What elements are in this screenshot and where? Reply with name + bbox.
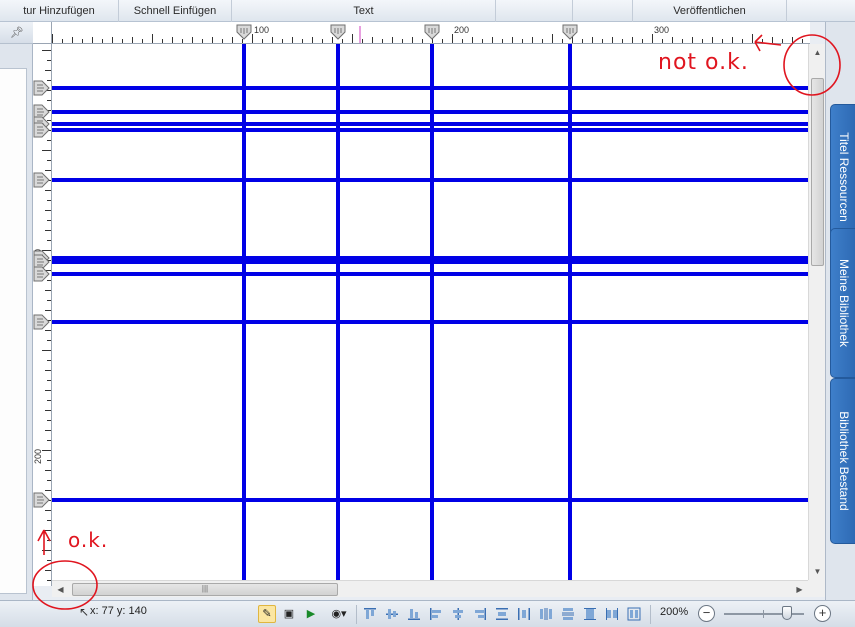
scrollbar-corner — [808, 580, 825, 597]
tab-label: Bibliothek Bestand — [836, 411, 851, 511]
view-options-dropdown-icon[interactable]: ◉▾ — [326, 605, 352, 623]
horizontal-guide-line — [52, 86, 810, 90]
pin-icon[interactable]: 📌︎ — [10, 26, 24, 39]
left-panel-content — [0, 68, 27, 594]
ribbon-group-text[interactable]: Text — [232, 0, 496, 22]
zoom-in-icon[interactable]: + — [814, 605, 831, 622]
align-bottom-icon[interactable] — [406, 606, 422, 622]
ruler-label: 100 — [254, 25, 269, 35]
left-panel-header: 📌︎ — [0, 22, 33, 44]
space-vertical-icon[interactable] — [560, 606, 576, 622]
ribbon-group-label: Veröffentlichen — [673, 5, 746, 17]
horizontal-guide-line — [52, 260, 810, 264]
ruler-label: 300 — [654, 25, 669, 35]
align-top-icon[interactable] — [362, 606, 378, 622]
separator — [356, 605, 357, 624]
layout-view-icon[interactable]: ▣ — [280, 605, 298, 623]
guide-marker — [330, 24, 346, 40]
cursor-arrow-icon: ↖ — [79, 605, 90, 619]
align-center-icon[interactable] — [450, 606, 466, 622]
guide-marker — [33, 314, 50, 330]
horizontal-guide-line — [52, 178, 810, 182]
horizontal-ruler[interactable]: 100 200 300 — [52, 22, 810, 44]
horizontal-scroll-thumb[interactable]: ||| — [72, 583, 338, 596]
status-bar: ↖ x: 77 y: 140 ✎ ▣ ▶ ◉▾ 200% − + — [0, 600, 855, 627]
tab-label: Meine Bibliothek — [836, 258, 851, 348]
same-size-icon[interactable] — [626, 606, 642, 622]
align-left-icon[interactable] — [428, 606, 444, 622]
scroll-up-arrow-icon[interactable]: ▲ — [809, 44, 826, 61]
zoom-slider-track[interactable] — [724, 613, 804, 615]
zoom-slider-thumb[interactable] — [781, 606, 792, 620]
ribbon-group-label: Schnell Einfügen — [133, 5, 217, 17]
tab-label: Titel Ressourcen — [836, 131, 851, 222]
ribbon-group-label: tur Hinzufügen — [23, 5, 95, 17]
distribute-horizontal-icon[interactable] — [516, 606, 532, 622]
ribbon-group-label: Text — [353, 5, 374, 17]
horizontal-guide-line — [52, 498, 810, 502]
guide-marker — [33, 266, 50, 282]
ribbon-group-publish[interactable]: Veröffentlichen — [633, 0, 787, 22]
guide-lines — [52, 44, 810, 580]
ruler-label: 200 — [33, 449, 43, 464]
horizontal-scrollbar[interactable]: ◀ ||| ▶ — [52, 580, 808, 597]
align-middle-icon[interactable] — [384, 606, 400, 622]
tab-bibliothek-bestand[interactable]: Bibliothek Bestand — [830, 378, 855, 544]
horizontal-guide-line — [52, 128, 810, 132]
left-panel: 📌︎ — [0, 22, 33, 600]
horizontal-guide-line — [52, 256, 810, 260]
scroll-down-arrow-icon[interactable]: ▼ — [809, 563, 826, 580]
same-height-icon[interactable] — [582, 606, 598, 622]
horizontal-ruler-ticks: 100 200 300 — [52, 24, 803, 43]
horizontal-guide-line — [52, 320, 810, 324]
vertical-ruler[interactable]: 100200 — [33, 44, 52, 586]
align-right-icon[interactable] — [472, 606, 488, 622]
guide-marker — [33, 80, 50, 96]
preview-play-icon[interactable]: ▶ — [302, 605, 320, 623]
vertical-scrollbar[interactable]: ▲ ▼ — [808, 44, 825, 580]
vertical-ruler-ticks: 100200 — [33, 50, 51, 581]
edit-view-icon[interactable]: ✎ — [258, 605, 276, 623]
horizontal-guide-line — [52, 272, 810, 276]
separator — [650, 605, 651, 624]
distribute-vertical-icon[interactable] — [494, 606, 510, 622]
guide-marker — [33, 172, 50, 188]
space-horizontal-icon[interactable] — [538, 606, 554, 622]
right-side-panel: Titel Ressourcen Meine Bibliothek Biblio… — [825, 22, 855, 600]
guide-marker — [562, 24, 578, 40]
horizontal-guide-line — [52, 122, 810, 126]
page-canvas[interactable] — [52, 44, 810, 580]
ruler-label: 200 — [454, 25, 469, 35]
zoom-level: 200% — [660, 606, 689, 618]
ribbon-group-spacer-1 — [496, 0, 573, 22]
scroll-right-arrow-icon[interactable]: ▶ — [791, 581, 808, 598]
scroll-left-arrow-icon[interactable]: ◀ — [52, 581, 69, 598]
ribbon-group-spacer-2 — [573, 0, 633, 22]
zoom-slider-center-tick — [763, 610, 764, 618]
vertical-scroll-thumb[interactable] — [811, 78, 824, 266]
cursor-coordinates: x: 77 y: 140 — [90, 605, 147, 617]
guide-marker — [33, 492, 50, 508]
same-width-icon[interactable] — [604, 606, 620, 622]
ribbon-group-quick-insert[interactable]: Schnell Einfügen — [119, 0, 232, 22]
ribbon-group-add[interactable]: tur Hinzufügen — [0, 0, 119, 22]
zoom-out-icon[interactable]: − — [698, 605, 715, 622]
ribbon-group-bar: tur Hinzufügen Schnell Einfügen Text Ver… — [0, 0, 855, 22]
guide-marker — [424, 24, 440, 40]
horizontal-guide-line — [52, 110, 810, 114]
ruler-corner — [33, 22, 52, 44]
tab-meine-bibliothek[interactable]: Meine Bibliothek — [830, 228, 855, 378]
guide-marker — [236, 24, 252, 40]
